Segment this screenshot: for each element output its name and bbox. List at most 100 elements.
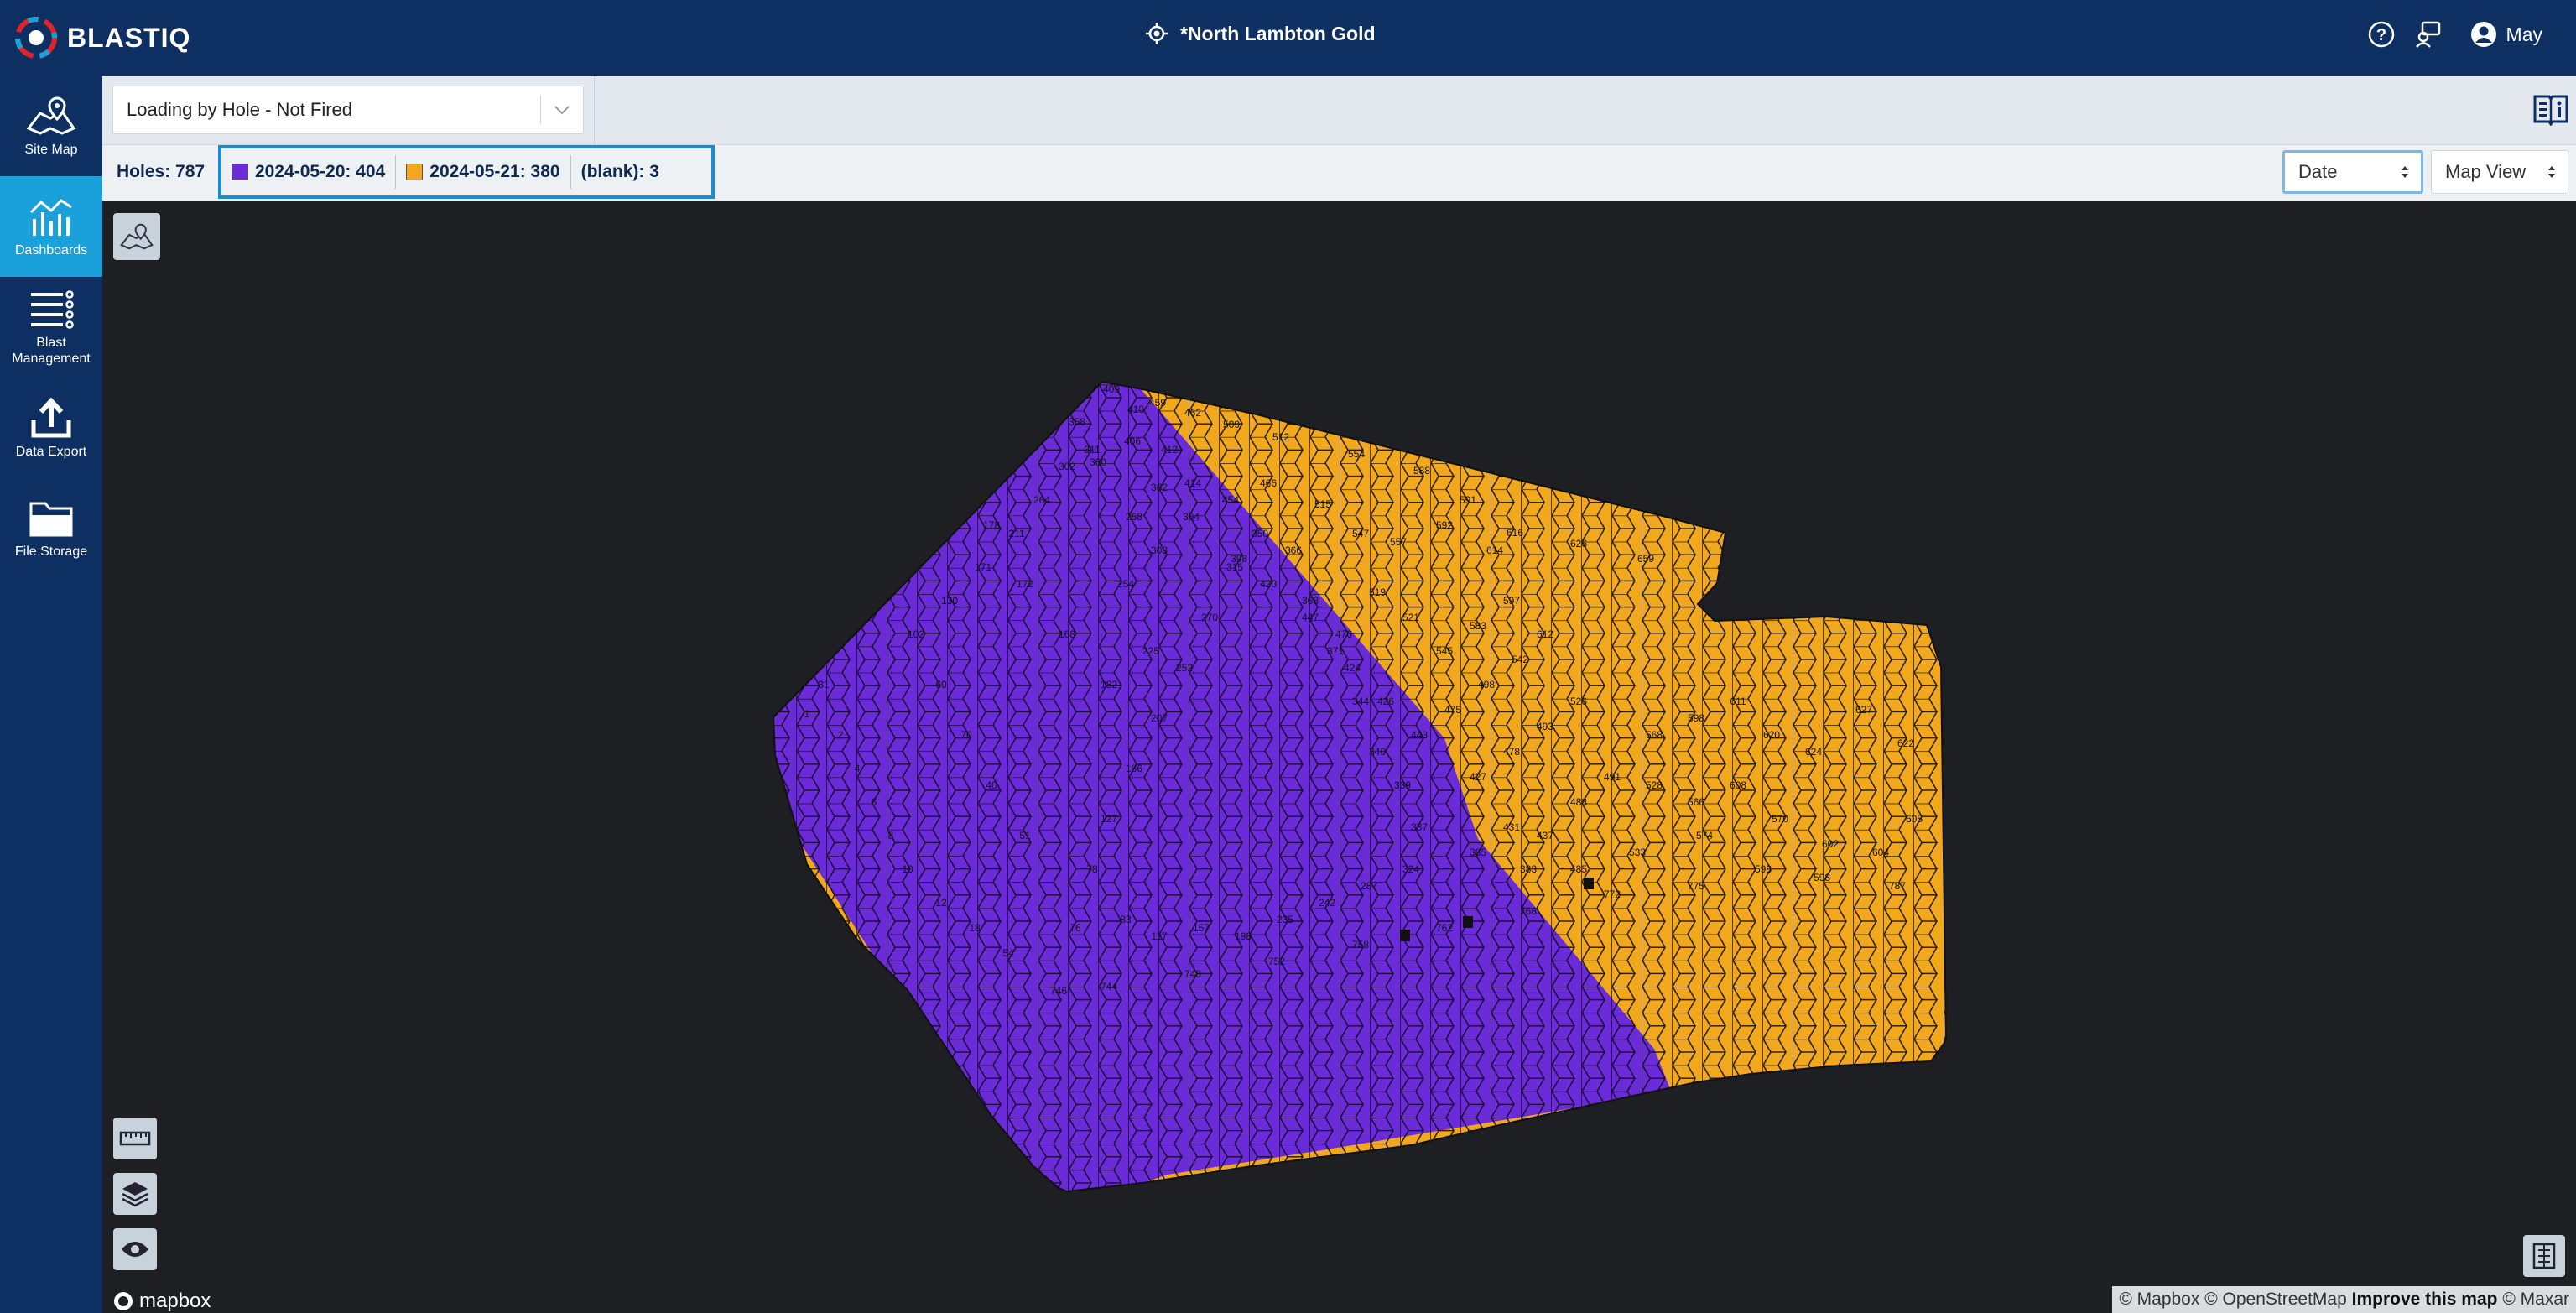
map-canvas[interactable]: 409 410 459 462 509 512 554 588 591 616 626 659 … bbox=[102, 201, 2576, 1313]
svg-text:264: 264 bbox=[1033, 494, 1050, 506]
sidebar-item-label: Blast Management bbox=[12, 336, 91, 366]
svg-text:611: 611 bbox=[1730, 696, 1746, 707]
attribution-prefix: © Mapbox © OpenStreetMap bbox=[2119, 1290, 2347, 1309]
legend-item[interactable]: 2024-05-20: 404 bbox=[221, 155, 395, 189]
mapbox-logo[interactable]: mapbox bbox=[112, 1290, 211, 1313]
svg-text:597: 597 bbox=[1503, 595, 1520, 607]
help-icon[interactable]: ? bbox=[2367, 20, 2396, 49]
app-logo[interactable]: BLASTIQ bbox=[13, 15, 190, 60]
svg-text:414: 414 bbox=[1184, 477, 1201, 489]
site-name: *North Lambton Gold bbox=[1180, 22, 1376, 44]
sidebar-item-blast-management[interactable]: Blast Management bbox=[0, 277, 102, 378]
legend-item[interactable]: (blank): 3 bbox=[570, 155, 669, 189]
chevron-down-icon[interactable] bbox=[541, 105, 583, 115]
blast-pattern[interactable]: 409410459 462509512 554588591 616626659 … bbox=[102, 201, 2576, 1313]
layers-icon bbox=[122, 1182, 148, 1207]
dashboard-select[interactable]: Loading by Hole - Not Fired bbox=[112, 86, 584, 134]
legend-panel-button[interactable] bbox=[2523, 1235, 2565, 1277]
sidebar-item-file-storage[interactable]: File Storage bbox=[0, 478, 102, 579]
dashboard-icon bbox=[29, 198, 72, 236]
svg-text:117: 117 bbox=[1151, 930, 1167, 942]
svg-text:344: 344 bbox=[1352, 696, 1369, 707]
svg-text:570: 570 bbox=[1772, 813, 1788, 825]
svg-text:466: 466 bbox=[1260, 477, 1277, 489]
svg-text:626: 626 bbox=[1570, 538, 1587, 550]
svg-text:242: 242 bbox=[1319, 897, 1335, 909]
svg-text:459: 459 bbox=[1149, 397, 1166, 409]
sort-arrows-icon bbox=[2548, 166, 2555, 178]
svg-text:427: 427 bbox=[1470, 771, 1486, 783]
svg-text:412: 412 bbox=[1161, 444, 1178, 456]
svg-text:547: 547 bbox=[1352, 528, 1369, 539]
measure-ruler-button[interactable] bbox=[113, 1118, 157, 1159]
legend-swatch-purple bbox=[232, 164, 248, 180]
blastiq-logo-icon bbox=[15, 17, 57, 59]
svg-text:406: 406 bbox=[1124, 435, 1141, 447]
svg-text:498: 498 bbox=[1478, 679, 1495, 690]
svg-text:178: 178 bbox=[983, 519, 1000, 531]
svg-text:443: 443 bbox=[1411, 729, 1428, 741]
legend-label: 2024-05-21: 380 bbox=[429, 162, 560, 181]
site-selector[interactable]: *North Lambton Gold bbox=[1145, 22, 1376, 45]
svg-text:171: 171 bbox=[975, 561, 991, 573]
svg-text:350: 350 bbox=[1252, 528, 1268, 539]
support-chat-icon[interactable] bbox=[2414, 20, 2443, 49]
svg-text:168: 168 bbox=[1059, 628, 1075, 640]
svg-text:76: 76 bbox=[1069, 922, 1081, 934]
svg-text:431: 431 bbox=[1503, 821, 1520, 833]
mapbox-logo-icon bbox=[114, 1292, 133, 1310]
visibility-button[interactable] bbox=[113, 1228, 157, 1270]
svg-text:4: 4 bbox=[855, 763, 861, 774]
svg-text:385: 385 bbox=[1470, 847, 1486, 858]
sidebar-item-dashboards[interactable]: Dashboards bbox=[0, 176, 102, 277]
svg-text:235: 235 bbox=[1277, 914, 1293, 925]
svg-text:748: 748 bbox=[1184, 968, 1201, 980]
svg-text:207: 207 bbox=[1151, 712, 1168, 724]
svg-text:591: 591 bbox=[1460, 494, 1476, 506]
dashboard-select-value: Loading by Hole - Not Fired bbox=[127, 99, 353, 120]
svg-text:447: 447 bbox=[1302, 612, 1319, 623]
svg-text:775: 775 bbox=[1688, 880, 1704, 892]
svg-text:366: 366 bbox=[1285, 544, 1302, 556]
svg-text:426: 426 bbox=[1377, 696, 1394, 707]
svg-text:608: 608 bbox=[1730, 779, 1746, 791]
svg-text:6: 6 bbox=[872, 796, 877, 808]
svg-text:340: 340 bbox=[1369, 746, 1386, 758]
guide-book-button[interactable] bbox=[2532, 92, 2569, 130]
site-map-toggle-button[interactable] bbox=[113, 213, 160, 260]
svg-text:659: 659 bbox=[1637, 553, 1654, 565]
svg-text:744: 744 bbox=[1101, 981, 1117, 993]
improve-map-link[interactable]: Improve this map bbox=[2352, 1290, 2498, 1309]
user-menu[interactable]: May bbox=[2469, 20, 2542, 49]
svg-text:10: 10 bbox=[902, 863, 913, 875]
layers-button[interactable] bbox=[113, 1173, 157, 1215]
svg-text:252: 252 bbox=[1176, 662, 1193, 674]
svg-text:70: 70 bbox=[960, 729, 972, 741]
svg-text:604: 604 bbox=[1872, 847, 1889, 858]
map-icon bbox=[120, 223, 154, 250]
legend-label: 2024-05-20: 404 bbox=[255, 162, 386, 181]
svg-text:616: 616 bbox=[1507, 527, 1523, 539]
svg-text:624: 624 bbox=[1805, 746, 1822, 758]
svg-text:182: 182 bbox=[1101, 679, 1117, 690]
svg-text:268: 268 bbox=[1126, 511, 1142, 523]
sidebar: Site Map Dashboards Blast Management Dat… bbox=[0, 76, 102, 1313]
svg-text:324: 324 bbox=[1402, 863, 1419, 875]
svg-text:627: 627 bbox=[1855, 704, 1872, 716]
user-avatar-icon bbox=[2470, 22, 2496, 47]
map-icon bbox=[26, 96, 76, 135]
sidebar-item-data-export[interactable]: Data Export bbox=[0, 378, 102, 478]
view-select[interactable]: Map View bbox=[2431, 150, 2568, 194]
color-by-select[interactable]: Date bbox=[2282, 150, 2423, 194]
svg-text:485: 485 bbox=[1570, 863, 1587, 875]
svg-text:566: 566 bbox=[1688, 796, 1704, 808]
svg-text:315: 315 bbox=[1226, 561, 1243, 573]
svg-text:362: 362 bbox=[1151, 482, 1168, 493]
svg-text:254: 254 bbox=[1117, 578, 1134, 590]
svg-text:592: 592 bbox=[1436, 519, 1453, 531]
sidebar-item-label: Site Map bbox=[24, 142, 78, 157]
sidebar-item-site-map[interactable]: Site Map bbox=[0, 76, 102, 176]
svg-text:40: 40 bbox=[986, 779, 997, 791]
legend-item[interactable]: 2024-05-21: 380 bbox=[395, 155, 570, 189]
svg-text:476: 476 bbox=[1335, 628, 1352, 640]
